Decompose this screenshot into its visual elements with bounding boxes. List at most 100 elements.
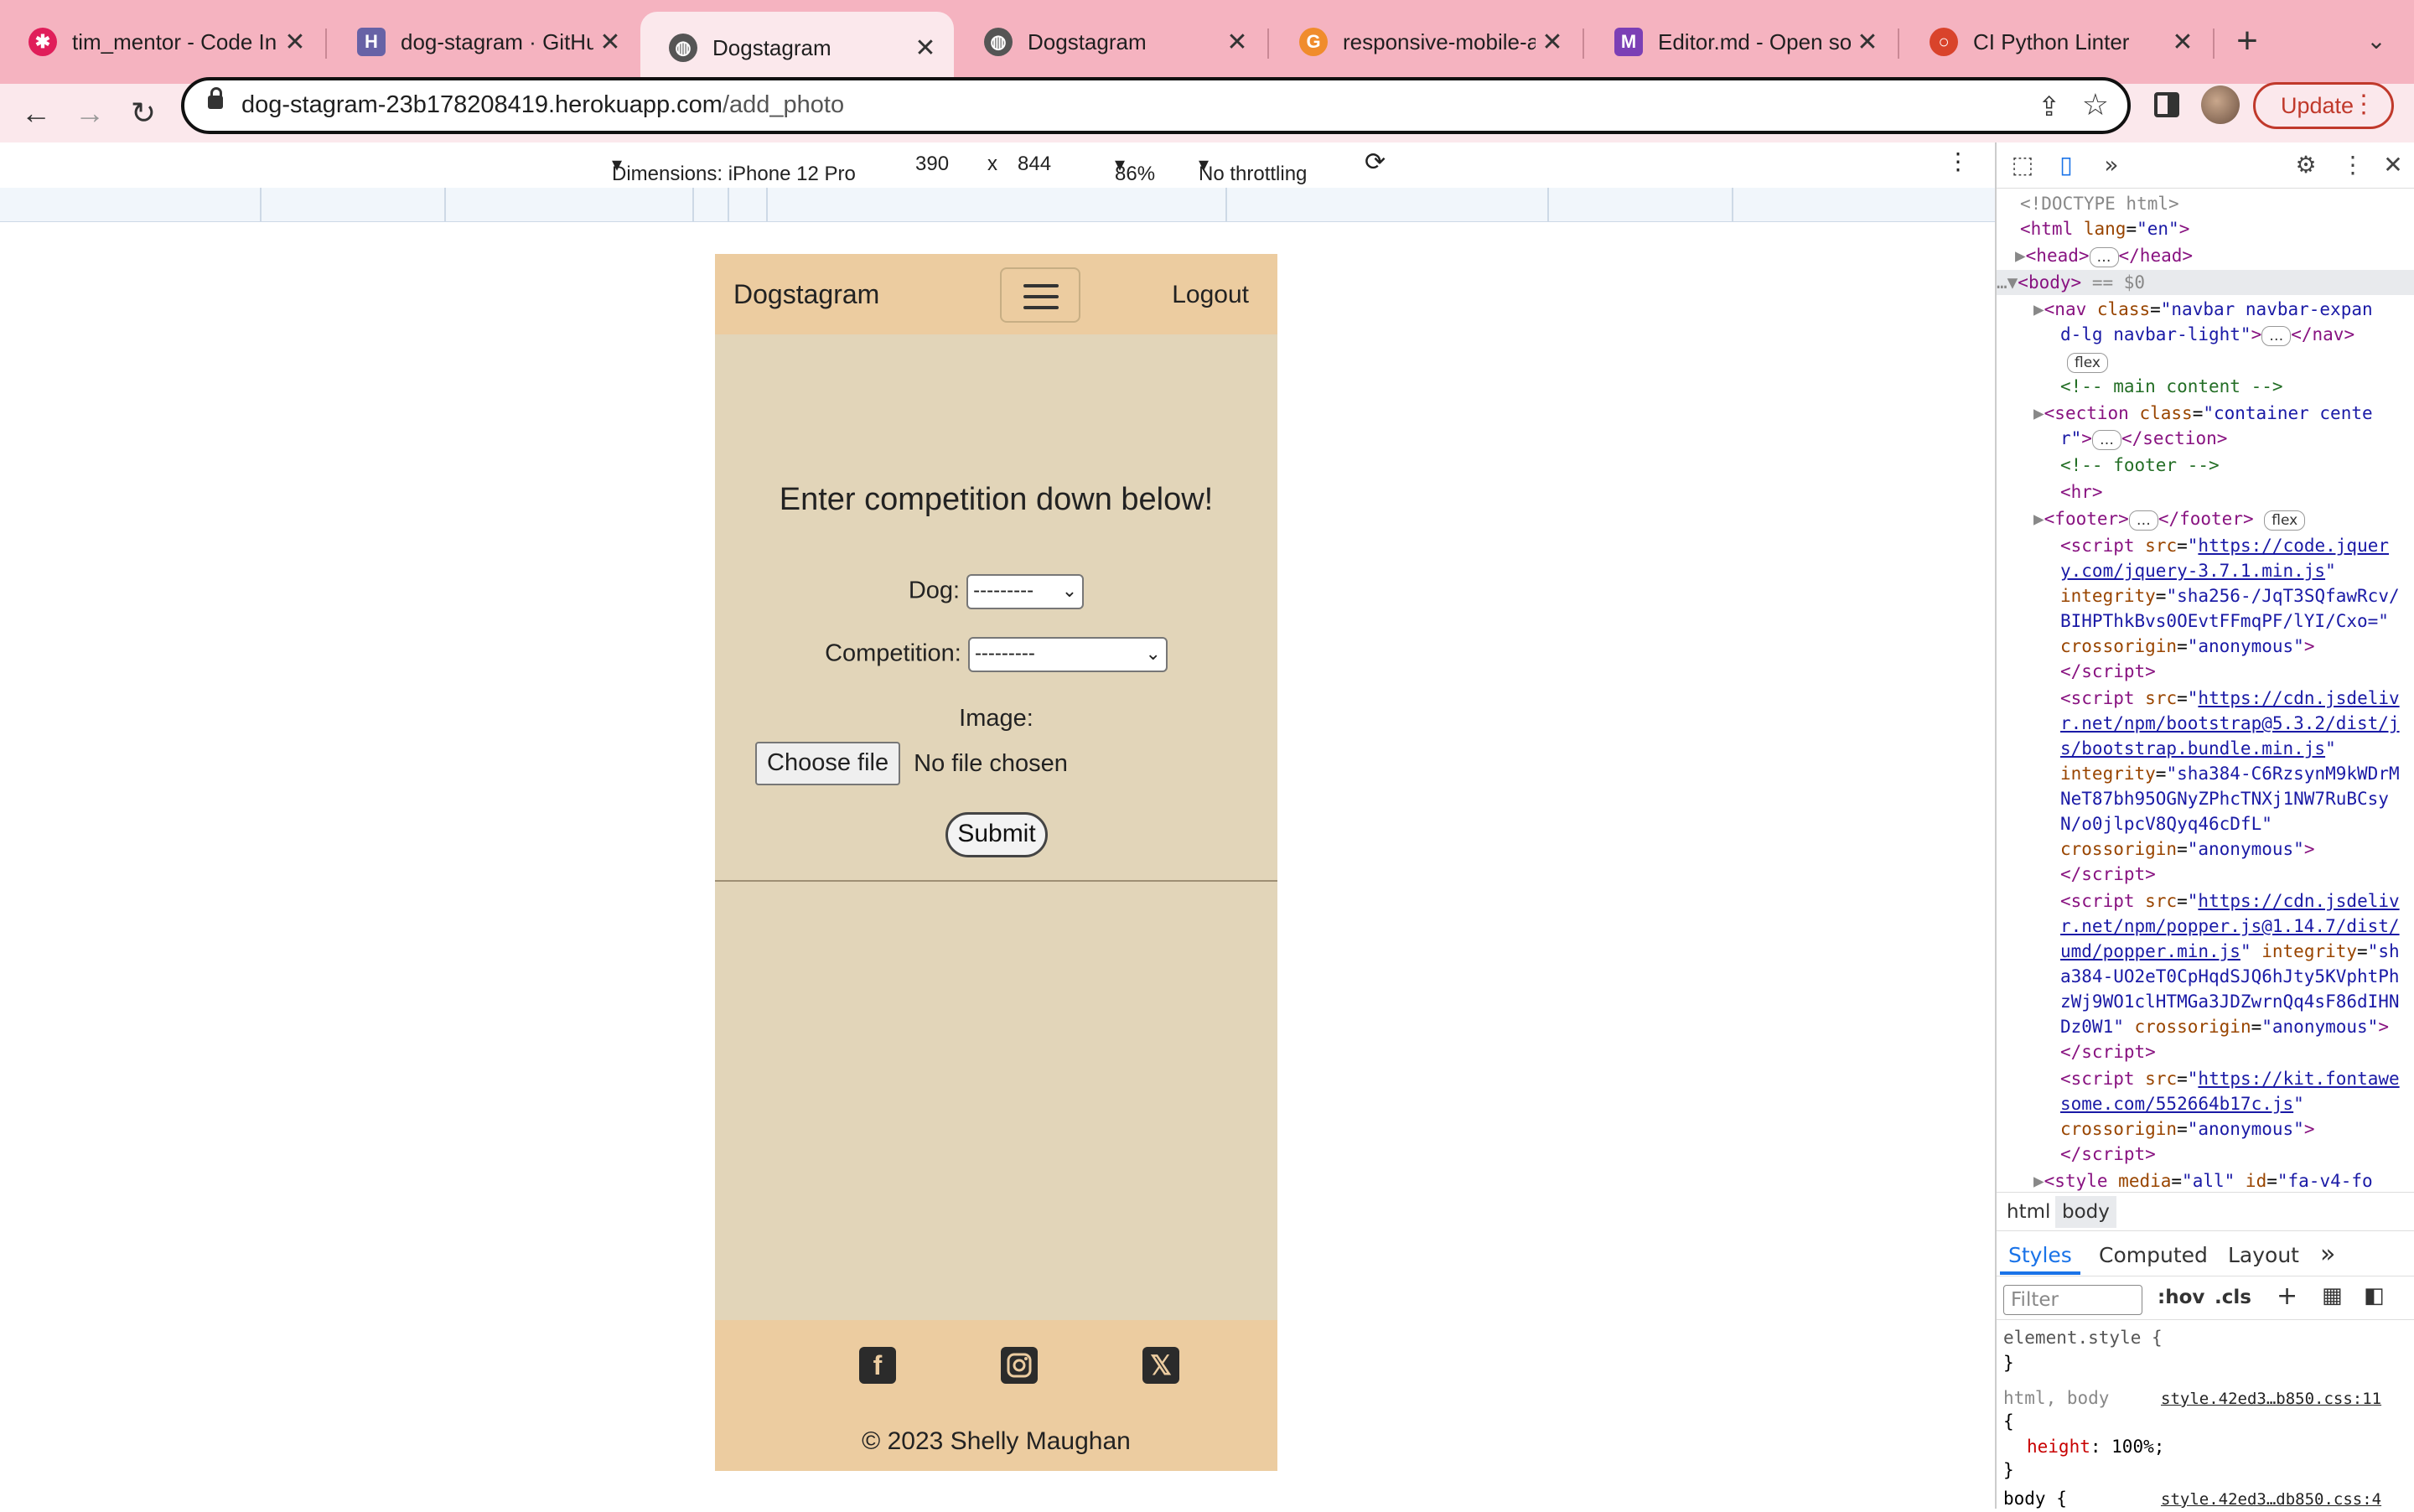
add-rule-icon[interactable]: + <box>2277 1282 2297 1311</box>
crumb-html[interactable]: html <box>2007 1201 2050 1223</box>
close-icon[interactable]: ✕ <box>2379 151 2407 179</box>
ci-icon: ○ <box>1930 28 1958 56</box>
dom-style[interactable]: ▶<style media="all" id="fa-v4-fo <box>2033 1168 2414 1194</box>
competition-row: Competition: --------- ⌄ <box>715 637 1277 672</box>
tab-dogstagram[interactable]: ◍ Dogstagram ✕ <box>956 8 1266 75</box>
element-style-rule[interactable]: element.style { <box>2003 1325 2414 1350</box>
device-width-input[interactable]: 390 <box>915 153 949 176</box>
tab-editor-md[interactable]: M Editor.md - Open sou ✕ <box>1586 8 1896 75</box>
close-icon[interactable]: ✕ <box>278 28 312 57</box>
zoom-select[interactable]: 86% ▾ <box>1115 153 1155 185</box>
no-file-text: No file chosen <box>914 749 1068 777</box>
devtools-panel: ⬚ ▯ » ⚙ ⋮ ✕ <!DOCTYPE html> <html lang="… <box>1995 142 2414 1509</box>
more-vert-icon[interactable]: ⋮ <box>1946 148 1970 175</box>
dom-script[interactable]: <script src="https://cdn.jsdeliv <box>2060 686 2414 711</box>
side-panel-icon[interactable] <box>2154 92 2179 117</box>
media-query-ruler[interactable] <box>0 188 1995 222</box>
avatar[interactable] <box>2201 85 2240 124</box>
dom-section[interactable]: ▶<section class="container cente <box>2033 401 2414 426</box>
tab-computed[interactable]: Computed <box>2099 1243 2208 1267</box>
new-tab-plus-icon[interactable]: + <box>2226 20 2268 62</box>
close-icon[interactable]: ✕ <box>1851 28 1884 57</box>
share-icon[interactable]: ⇪ <box>2038 91 2060 122</box>
url-text[interactable]: dog-stagram-23b178208419.herokuapp.com/a… <box>241 91 844 119</box>
styles-filter-row: Filter :hov .cls + ▦ ◧ <box>1997 1276 2414 1320</box>
inspect-element-icon[interactable]: ⬚ <box>2008 151 2037 179</box>
instagram-icon[interactable] <box>1001 1347 1038 1384</box>
gear-icon[interactable]: ⚙ <box>2292 151 2320 179</box>
cls-toggle[interactable]: .cls <box>2215 1287 2251 1308</box>
dom-head[interactable]: ▶<head>… </head> <box>2015 243 2414 268</box>
dom-script[interactable]: <script src="https://kit.fontawe <box>2060 1066 2414 1091</box>
close-icon[interactable]: ✕ <box>2166 28 2199 57</box>
close-icon[interactable]: ✕ <box>1536 28 1569 57</box>
g-icon: G <box>1299 28 1328 56</box>
css-source-link[interactable]: style.42ed3…b850.css:11 <box>2161 1385 2414 1411</box>
paint-brush-icon[interactable]: ▦ <box>2322 1283 2343 1308</box>
site-footer: f 𝕏 © 2023 Shelly Maughan <box>715 1320 1277 1471</box>
tab-layout[interactable]: Layout <box>2228 1243 2299 1267</box>
crumb-body[interactable]: body <box>2055 1196 2116 1228</box>
breadcrumb: html body <box>1997 1192 2414 1231</box>
address-bar[interactable]: dog-stagram-23b178208419.herokuapp.com/a… <box>181 77 2131 134</box>
more-tabs-icon[interactable]: » <box>2320 1240 2335 1269</box>
styles-tabs: Styles Computed Layout » <box>1997 1230 2414 1276</box>
submit-button[interactable]: Submit <box>945 812 1048 857</box>
more-vert-icon[interactable]: ⋮ <box>2339 151 2367 179</box>
lock-icon[interactable] <box>208 87 223 109</box>
globe-icon: ◍ <box>669 34 697 62</box>
hov-toggle[interactable]: :hov <box>2158 1287 2204 1308</box>
dom-comment[interactable]: <!-- main content --> <box>2060 374 2414 399</box>
competition-select[interactable]: --------- ⌄ <box>967 637 1168 672</box>
chevron-down-icon[interactable]: ⌄ <box>2355 20 2397 62</box>
tab-ci-python-linter[interactable]: ○ CI Python Linter ✕ <box>1901 8 2211 75</box>
dom-html[interactable]: <html lang="en"> <box>2020 216 2414 241</box>
css-declaration[interactable]: height: 100%; <box>2027 1434 2414 1459</box>
facebook-icon[interactable]: f <box>859 1347 896 1384</box>
dom-script[interactable]: <script src="https://cdn.jsdeliv <box>2060 888 2414 914</box>
dog-select[interactable]: --------- ⌄ <box>966 574 1085 609</box>
site-navbar: Dogstagram Logout <box>715 254 1277 334</box>
rotate-icon[interactable]: ⟳ <box>1365 148 1386 177</box>
brand-link[interactable]: Dogstagram <box>733 279 879 310</box>
dom-body[interactable]: …▼<body> == $0 <box>1997 270 2414 295</box>
dom-doctype[interactable]: <!DOCTYPE html> <box>2020 191 2414 216</box>
file-input[interactable]: Choose file No file chosen <box>755 742 1068 785</box>
tab-styles[interactable]: Styles <box>2008 1243 2072 1267</box>
device-height-input[interactable]: 844 <box>1018 153 1051 176</box>
close-icon[interactable]: ✕ <box>1220 28 1254 57</box>
dom-footer[interactable]: ▶<footer>… </footer> flex <box>2033 506 2414 531</box>
logout-link[interactable]: Logout <box>1172 281 1249 309</box>
close-icon[interactable]: ✕ <box>593 28 627 57</box>
tab-tim-mentor[interactable]: ✱ tim_mentor - Code In ✕ <box>0 8 324 75</box>
tab-dog-stagram-github[interactable]: H dog-stagram · GitHub ✕ <box>329 8 639 75</box>
chevron-down-icon: ⌄ <box>1145 643 1161 664</box>
dom-tree[interactable]: <!DOCTYPE html> <html lang="en"> ▶<head>… <box>1997 188 2414 1336</box>
reload-icon[interactable]: ↻ <box>122 92 164 134</box>
css-source-link[interactable]: style.42ed3…db850.css:4 <box>2161 1486 2414 1512</box>
copyright-text: © 2023 Shelly Maughan <box>862 1427 1131 1455</box>
forward-arrow-icon[interactable]: → <box>69 92 111 134</box>
back-arrow-icon[interactable]: ← <box>15 92 57 134</box>
dom-script[interactable]: <script src="https://code.jquer <box>2060 533 2414 558</box>
device-toggle-icon[interactable]: ▯ <box>2052 151 2080 179</box>
more-tabs-icon[interactable]: » <box>2097 151 2126 179</box>
star-icon[interactable]: ☆ <box>2082 87 2109 122</box>
styles-pane: element.style { } html, body style.42ed3… <box>1997 1319 2414 1509</box>
filter-input[interactable]: Filter <box>2003 1285 2142 1315</box>
competition-label: Competition: <box>825 639 961 667</box>
close-icon[interactable]: ✕ <box>909 34 942 63</box>
dom-hr[interactable]: <hr> <box>2060 479 2414 505</box>
choose-file-button[interactable]: Choose file <box>755 742 901 785</box>
dog-label: Dog: <box>908 577 961 604</box>
update-button[interactable]: Update ⋮ <box>2253 82 2394 129</box>
tab-responsive-mobile[interactable]: G responsive-mobile-a ✕ <box>1271 8 1581 75</box>
tab-dogstagram-active[interactable]: ◍ Dogstagram ✕ <box>640 12 954 84</box>
dom-nav[interactable]: ▶<nav class="navbar navbar-expan <box>2033 297 2414 322</box>
device-dimensions-select[interactable]: Dimensions: iPhone 12 Pro ▾ <box>612 153 856 185</box>
x-twitter-icon[interactable]: 𝕏 <box>1142 1347 1179 1384</box>
dom-comment[interactable]: <!-- footer --> <box>2060 453 2414 478</box>
sidebar-toggle-icon[interactable]: ◧ <box>2364 1283 2385 1308</box>
throttling-select[interactable]: No throttling ▾ <box>1199 153 1307 185</box>
hamburger-menu-icon[interactable] <box>1000 267 1080 323</box>
